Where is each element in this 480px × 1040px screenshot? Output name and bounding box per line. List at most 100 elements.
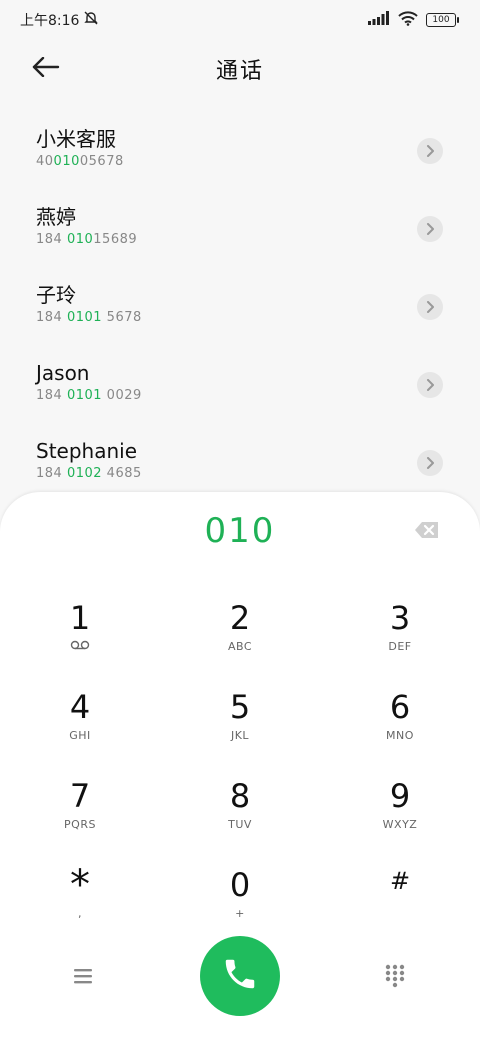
dialed-number-display[interactable]: 010 [0,506,480,556]
bottom-action-bar [0,936,480,1016]
key-digit: 8 [229,777,251,815]
number-suffix: 0029 [102,388,142,403]
status-time: 上午8:16 [20,13,80,29]
number-match: 010 [66,232,94,247]
key-digit: 5 [229,688,251,726]
dialpad-keys: 1 2 ABC 3 DEF 4 GHI 5 JKL 6 MNO 7 PQRS 8… [0,592,480,948]
chevron-right-icon [425,142,435,161]
number-match: 0101 [66,310,103,325]
status-right: 100 [368,10,459,30]
key-3[interactable]: 3 DEF [320,592,480,681]
number-prefix: 184 [36,466,67,481]
number-prefix: 184 [36,310,67,325]
key-4[interactable]: 4 GHI [0,681,160,770]
contact-name: 子玲 [36,283,76,307]
arrow-left-icon [32,56,60,81]
key-letters: MNO [386,729,414,742]
key-letters: JKL [230,729,250,742]
key-0[interactable]: 0 + [160,859,320,948]
key-7[interactable]: 7 PQRS [0,770,160,859]
key-digit: * [70,862,90,908]
contact-detail-button[interactable] [417,138,443,164]
wifi-icon [398,10,418,30]
status-left: 上午8:16 [20,10,99,30]
key-letters: WXYZ [382,818,418,831]
contact-name: Stephanie [36,439,138,463]
number-match: 0102 [66,466,103,481]
backspace-icon [414,522,440,544]
contact-number: 184 0101 0029 [36,388,444,403]
voicemail-icon [70,640,90,654]
key-hash[interactable]: # [320,859,480,948]
key-letters: TUV [228,818,252,831]
chevron-right-icon [425,220,435,239]
key-9[interactable]: 9 WXYZ [320,770,480,859]
battery-icon: 100 [426,13,459,27]
key-digit: 4 [69,688,91,726]
key-digit: 7 [69,777,91,815]
contact-name: 小米客服 [36,127,116,151]
number-prefix: 40 [36,154,54,169]
number-suffix: 05678 [79,154,124,169]
key-letters: ABC [227,640,253,653]
key-letters: DEF [388,640,412,653]
key-digit: 9 [389,777,411,815]
key-letters: PQRS [64,818,96,831]
contact-detail-button[interactable] [417,450,443,476]
contact-detail-button[interactable] [417,216,443,242]
key-digit: 1 [69,599,91,637]
number-match: 010 [53,154,80,169]
number-prefix: 184 [36,388,67,403]
dialpad-panel: 010 1 2 ABC 3 DEF 4 GHI 5 JKL 6 MNO 7 PQ… [0,492,480,1040]
key-1[interactable]: 1 [0,592,160,681]
key-digit: 3 [389,599,411,637]
call-button[interactable] [200,936,280,1016]
key-letters: + [235,907,245,920]
chevron-right-icon [425,376,435,395]
contact-row[interactable]: Jason 184 0101 0029 [0,346,480,424]
contact-detail-button[interactable] [417,294,443,320]
key-digit: # [389,867,411,895]
header: 通话 [0,44,480,94]
key-digit: 0 [229,866,251,904]
dialpad-icon [384,964,406,992]
key-2[interactable]: 2 ABC [160,592,320,681]
backspace-button[interactable] [414,520,440,540]
dialpad-toggle-button[interactable] [384,964,406,988]
key-star[interactable]: * , [0,859,160,948]
key-digit: 6 [389,688,411,726]
contact-number: 4001005678 [36,154,444,169]
key-8[interactable]: 8 TUV [160,770,320,859]
key-6[interactable]: 6 MNO [320,681,480,770]
chevron-right-icon [425,298,435,317]
back-button[interactable] [28,54,64,84]
number-prefix: 184 [36,232,67,247]
chevron-right-icon [425,454,435,473]
key-letters: GHI [69,729,91,742]
contact-row[interactable]: 子玲 184 0101 5678 [0,268,480,346]
contact-row[interactable]: 燕婷 184 01015689 [0,190,480,268]
contact-detail-button[interactable] [417,372,443,398]
key-letters: , [78,907,82,920]
contact-row[interactable]: Stephanie 184 0102 4685 [0,424,480,502]
key-5[interactable]: 5 JKL [160,681,320,770]
number-suffix: 15689 [93,232,138,247]
mute-icon [83,10,99,30]
contact-number: 184 01015689 [36,232,444,247]
phone-icon [221,955,259,997]
status-bar: 上午8:16 100 [0,0,480,40]
number-match: 0101 [66,388,103,403]
contact-row[interactable]: 小米客服 4001005678 [0,112,480,190]
contact-suggestions-list: 小米客服 4001005678 燕婷 184 01015689 子玲 184 0… [0,112,480,502]
contact-name: Jason [36,361,90,385]
page-title: 通话 [215,59,264,84]
number-suffix: 5678 [102,310,142,325]
signal-icon [368,11,390,29]
number-suffix: 4685 [102,466,142,481]
key-digit: 2 [229,599,251,637]
contact-number: 184 0102 4685 [36,466,444,481]
contact-name: 燕婷 [36,205,76,229]
menu-icon [72,969,96,990]
contact-number: 184 0101 5678 [36,310,444,325]
menu-button[interactable] [72,966,96,986]
